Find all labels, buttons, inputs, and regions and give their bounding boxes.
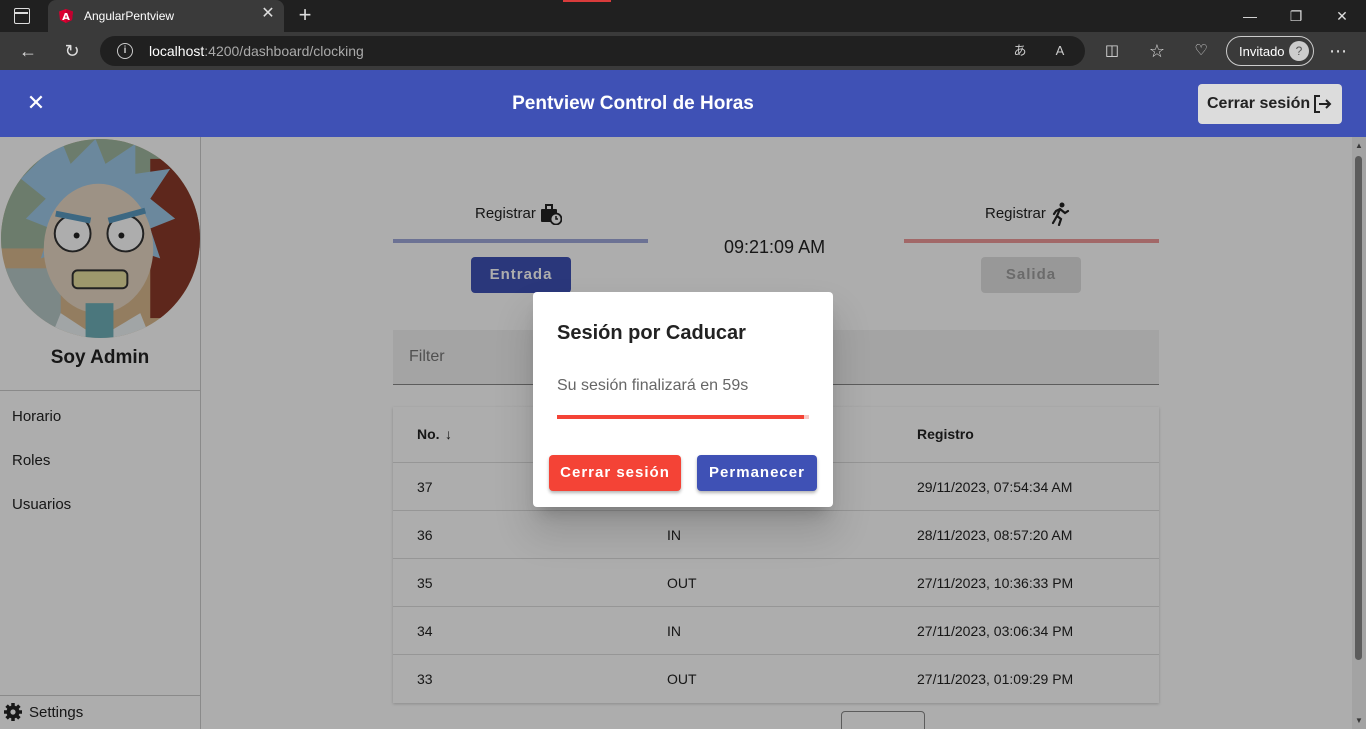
dialog-logout-button[interactable]: Cerrar sesión [549, 455, 681, 491]
header-logout-button[interactable]: Cerrar sesión [1198, 84, 1342, 124]
back-icon[interactable]: ← [18, 41, 38, 61]
page-title: Pentview Control de Horas [512, 93, 754, 114]
dialog-message: Su sesión finalizará en 59s [557, 377, 749, 394]
url-text: localhost:4200/dashboard/clocking [149, 43, 364, 59]
favorites-icon[interactable]: ☆ [1147, 41, 1167, 61]
restore-icon[interactable]: ❐ [1286, 6, 1306, 26]
split-screen-icon[interactable]: ◫ [1102, 41, 1122, 61]
refresh-icon[interactable]: ↻ [62, 41, 82, 61]
browser-essentials-icon[interactable]: ♡ [1191, 41, 1211, 61]
new-tab-icon[interactable]: + [294, 4, 316, 26]
stay-button[interactable]: Permanecer [697, 455, 817, 491]
svg-text:A: A [62, 12, 70, 23]
profile-button[interactable]: Invitado ? [1226, 36, 1314, 66]
address-bar[interactable]: i localhost:4200/dashboard/clocking あ A [100, 36, 1085, 66]
logout-icon [1314, 95, 1332, 113]
minimize-icon[interactable]: — [1240, 6, 1260, 26]
logout-label: Cerrar sesión [1207, 95, 1311, 112]
site-info-icon[interactable]: i [117, 43, 133, 59]
session-expiring-dialog: Sesión por Caducar Su sesión finalizará … [533, 292, 833, 507]
session-progress-bar [557, 415, 809, 419]
session-progress-fill [557, 415, 804, 419]
browser-toolbar: ← ↻ i localhost:4200/dashboard/clocking … [0, 32, 1366, 70]
dialog-title: Sesión por Caducar [557, 322, 746, 344]
tab-title: AngularPentview [84, 9, 175, 23]
read-aloud-icon[interactable]: A [1051, 42, 1069, 60]
browser-tab[interactable]: A AngularPentview ✕ [48, 0, 284, 32]
browser-tab-bar: A AngularPentview ✕ + — ❐ ✕ [0, 0, 1366, 32]
more-options-icon[interactable]: ⋯ [1328, 41, 1348, 61]
profile-avatar-icon: ? [1289, 41, 1309, 61]
app-header: ✕ Pentview Control de Horas Cerrar sesió… [0, 70, 1366, 137]
angular-logo-icon: A [59, 9, 73, 23]
tab-close-icon[interactable]: ✕ [260, 6, 276, 22]
profile-label: Invitado [1239, 44, 1285, 59]
tab-actions-icon[interactable] [14, 8, 30, 24]
translate-icon[interactable]: あ [1011, 42, 1029, 60]
recording-indicator [563, 0, 611, 2]
window-close-icon[interactable]: ✕ [1332, 6, 1352, 26]
